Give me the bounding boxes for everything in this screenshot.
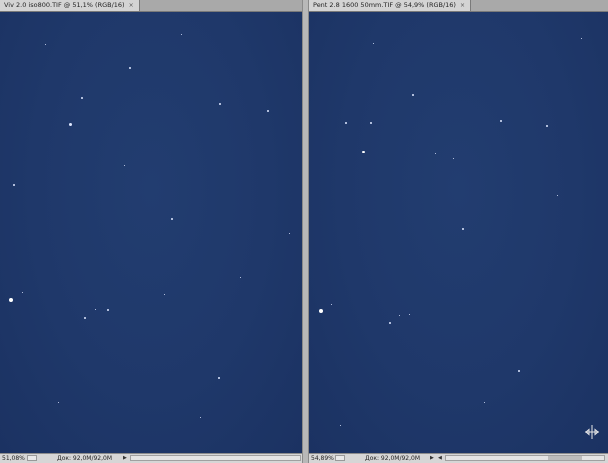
star bbox=[331, 304, 332, 305]
star bbox=[319, 309, 323, 313]
right-tab-title: Pent 2.8 1600 50mm.TIF @ 54,9% (RGB/16) bbox=[313, 1, 456, 9]
star bbox=[484, 402, 485, 403]
star bbox=[13, 184, 15, 186]
right-document-tab[interactable]: Pent 2.8 1600 50mm.TIF @ 54,9% (RGB/16) × bbox=[309, 0, 471, 11]
right-document-window: Pent 2.8 1600 50mm.TIF @ 54,9% (RGB/16) ×… bbox=[309, 0, 608, 463]
pan-move-icon[interactable] bbox=[584, 424, 600, 440]
star bbox=[107, 309, 109, 311]
star bbox=[84, 317, 86, 319]
right-scroll-left-icon[interactable]: ◀ bbox=[438, 454, 442, 463]
left-status-bar: 51,08% Док: 92,0M/92,0M ▶ bbox=[0, 453, 302, 463]
right-status-arrow-icon[interactable]: ▶ bbox=[430, 454, 434, 463]
star bbox=[81, 97, 83, 99]
right-tab-bar: Pent 2.8 1600 50mm.TIF @ 54,9% (RGB/16) × bbox=[309, 0, 608, 12]
right-status-bar: 54,89% Док: 92,0M/92,0M ▶ ◀ bbox=[309, 453, 608, 463]
star bbox=[164, 294, 165, 295]
star bbox=[370, 122, 372, 124]
star bbox=[22, 292, 23, 293]
left-zoom-level[interactable]: 51,08% bbox=[2, 454, 25, 463]
star bbox=[289, 233, 290, 234]
star bbox=[345, 122, 347, 124]
star bbox=[181, 34, 182, 35]
left-tab-close-icon[interactable]: × bbox=[129, 0, 134, 11]
left-document-tab[interactable]: Viv 2.0 iso800.TIF @ 51,1% (RGB/16) × bbox=[0, 0, 140, 11]
star bbox=[518, 370, 520, 372]
star bbox=[124, 165, 125, 166]
left-document-window: Viv 2.0 iso800.TIF @ 51,1% (RGB/16) × 51,… bbox=[0, 0, 302, 463]
right-zoom-level[interactable]: 54,89% bbox=[311, 454, 334, 463]
star bbox=[129, 67, 131, 69]
left-status-arrow-icon[interactable]: ▶ bbox=[123, 454, 127, 463]
star bbox=[240, 277, 241, 278]
star bbox=[500, 120, 502, 122]
star bbox=[362, 151, 365, 153]
star bbox=[9, 298, 13, 302]
star bbox=[557, 195, 558, 196]
star bbox=[340, 425, 341, 426]
star bbox=[373, 43, 374, 44]
right-tab-close-icon[interactable]: × bbox=[460, 0, 465, 11]
right-doc-size: Док: 92,0M/92,0M bbox=[365, 455, 421, 462]
star bbox=[546, 125, 548, 127]
right-image-canvas[interactable] bbox=[309, 12, 608, 454]
left-image-canvas[interactable] bbox=[0, 12, 302, 454]
right-scrollbar-thumb[interactable] bbox=[548, 456, 582, 460]
star bbox=[581, 38, 582, 39]
star bbox=[399, 315, 400, 316]
star bbox=[412, 94, 414, 96]
left-horizontal-scrollbar[interactable] bbox=[130, 455, 301, 461]
star bbox=[435, 153, 436, 154]
star bbox=[409, 314, 410, 315]
star bbox=[267, 110, 269, 112]
star bbox=[200, 417, 201, 418]
star bbox=[218, 377, 220, 379]
star bbox=[45, 44, 46, 45]
star bbox=[462, 228, 464, 230]
right-status-menu-icon[interactable] bbox=[335, 455, 345, 461]
left-tab-bar: Viv 2.0 iso800.TIF @ 51,1% (RGB/16) × bbox=[0, 0, 302, 12]
left-doc-size: Док: 92,0M/92,0M bbox=[57, 455, 113, 462]
star bbox=[69, 123, 72, 126]
star bbox=[58, 402, 59, 403]
left-tab-title: Viv 2.0 iso800.TIF @ 51,1% (RGB/16) bbox=[4, 1, 125, 9]
star bbox=[171, 218, 173, 220]
right-horizontal-scrollbar[interactable] bbox=[445, 455, 605, 461]
pane-divider[interactable] bbox=[302, 0, 309, 463]
star bbox=[95, 309, 96, 310]
star bbox=[453, 158, 454, 159]
star bbox=[219, 103, 221, 105]
star bbox=[389, 322, 391, 324]
left-status-menu-icon[interactable] bbox=[27, 455, 37, 461]
